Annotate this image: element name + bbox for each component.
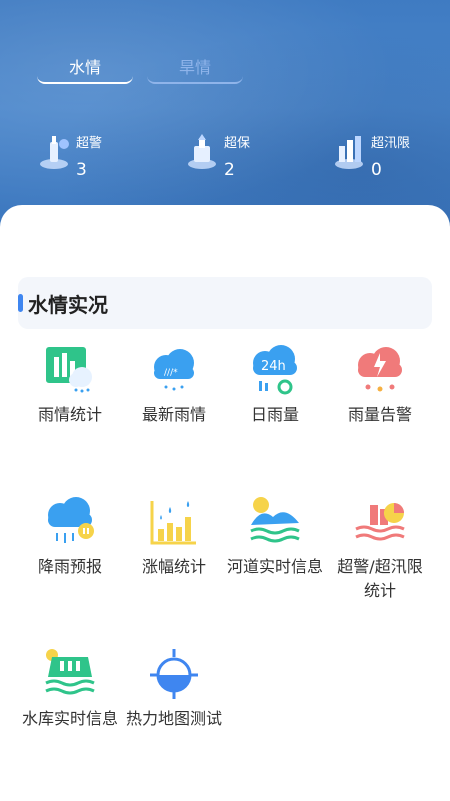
grid-item-label: 河道实时信息	[226, 557, 323, 576]
hero-header: 水情 旱情 超警 3 超保 2 超汛限 0	[0, 0, 450, 240]
grid-item-label: 最新雨情	[141, 405, 206, 424]
alert-tower-icon	[40, 136, 69, 169]
grid-item-rainfall-alert[interactable]: 雨量告警	[330, 343, 430, 427]
latest-rain-icon: ///*	[154, 349, 194, 391]
over-warning-statistics-icon	[355, 503, 405, 541]
grid-item-over-warning-statistics[interactable]: 超警/超汛限统计	[330, 495, 430, 603]
grid-item-daily-rainfall[interactable]: 24h 日雨量	[225, 343, 325, 427]
rise-statistics-icon	[150, 501, 196, 545]
section-accent-bar	[18, 294, 23, 312]
grid-item-rain-forecast[interactable]: 降雨预报	[20, 495, 120, 579]
section-header: 水情实况	[18, 277, 432, 329]
stat-value: 0	[371, 160, 382, 180]
grid-item-label: 雨情统计	[37, 405, 102, 424]
tab-bar: 水情 旱情	[37, 54, 243, 84]
stat-value: 3	[76, 160, 87, 180]
rain-forecast-icon	[48, 497, 94, 543]
stat-label: 超汛限	[371, 136, 411, 151]
grid-item-rise-statistics[interactable]: 涨幅统计	[124, 495, 224, 579]
heatmap-test-icon	[150, 649, 198, 699]
rainfall-alert-icon	[358, 347, 402, 392]
stat-label: 超警	[76, 136, 103, 151]
section-title: 水情实况	[28, 293, 108, 317]
rain-statistics-icon	[46, 347, 92, 393]
grid-item-label: 热力地图测试	[125, 709, 222, 728]
stat-value: 2	[224, 160, 235, 180]
grid-item-heatmap-test[interactable]: 热力地图测试	[124, 647, 224, 731]
grid-item-label: 雨量告警	[347, 405, 412, 424]
daily-rainfall-24h-icon: 24h	[253, 345, 297, 395]
stat-over-flood-limit[interactable]: 超汛限 0	[333, 130, 443, 190]
river-realtime-icon	[250, 497, 300, 543]
stats-row: 超警 3 超保 2 超汛限 0	[0, 130, 450, 190]
stat-over-guarantee[interactable]: 超保 2	[186, 130, 296, 190]
tab-water-condition[interactable]: 水情	[37, 54, 133, 84]
grid-item-rain-statistics[interactable]: 雨情统计	[20, 343, 120, 427]
flood-limit-icon	[335, 136, 363, 169]
grid-item-latest-rain[interactable]: ///* 最新雨情	[124, 343, 224, 427]
svg-text:24h: 24h	[261, 359, 286, 374]
grid-item-label: 涨幅统计	[141, 557, 206, 576]
grid-item-label: 降雨预报	[37, 557, 102, 576]
grid-item-river-realtime[interactable]: 河道实时信息	[225, 495, 325, 579]
reservoir-realtime-icon	[45, 649, 95, 695]
grid-item-reservoir-realtime[interactable]: 水库实时信息	[20, 647, 120, 731]
grid-item-label: 日雨量	[250, 405, 299, 424]
content-sheet: 水情实况 雨情统计 ///* 最新雨情 24h 日雨量 雨量告警 降雨预报 涨幅…	[0, 205, 450, 801]
svg-text:///*: ///*	[164, 368, 178, 378]
tab-drought-condition[interactable]: 旱情	[147, 54, 243, 84]
guard-station-icon	[188, 134, 216, 169]
stat-over-warning[interactable]: 超警 3	[38, 130, 148, 190]
grid-item-label: 水库实时信息	[21, 709, 118, 728]
stat-label: 超保	[224, 136, 251, 151]
grid-item-label: 超警/超汛限统计	[337, 557, 423, 600]
